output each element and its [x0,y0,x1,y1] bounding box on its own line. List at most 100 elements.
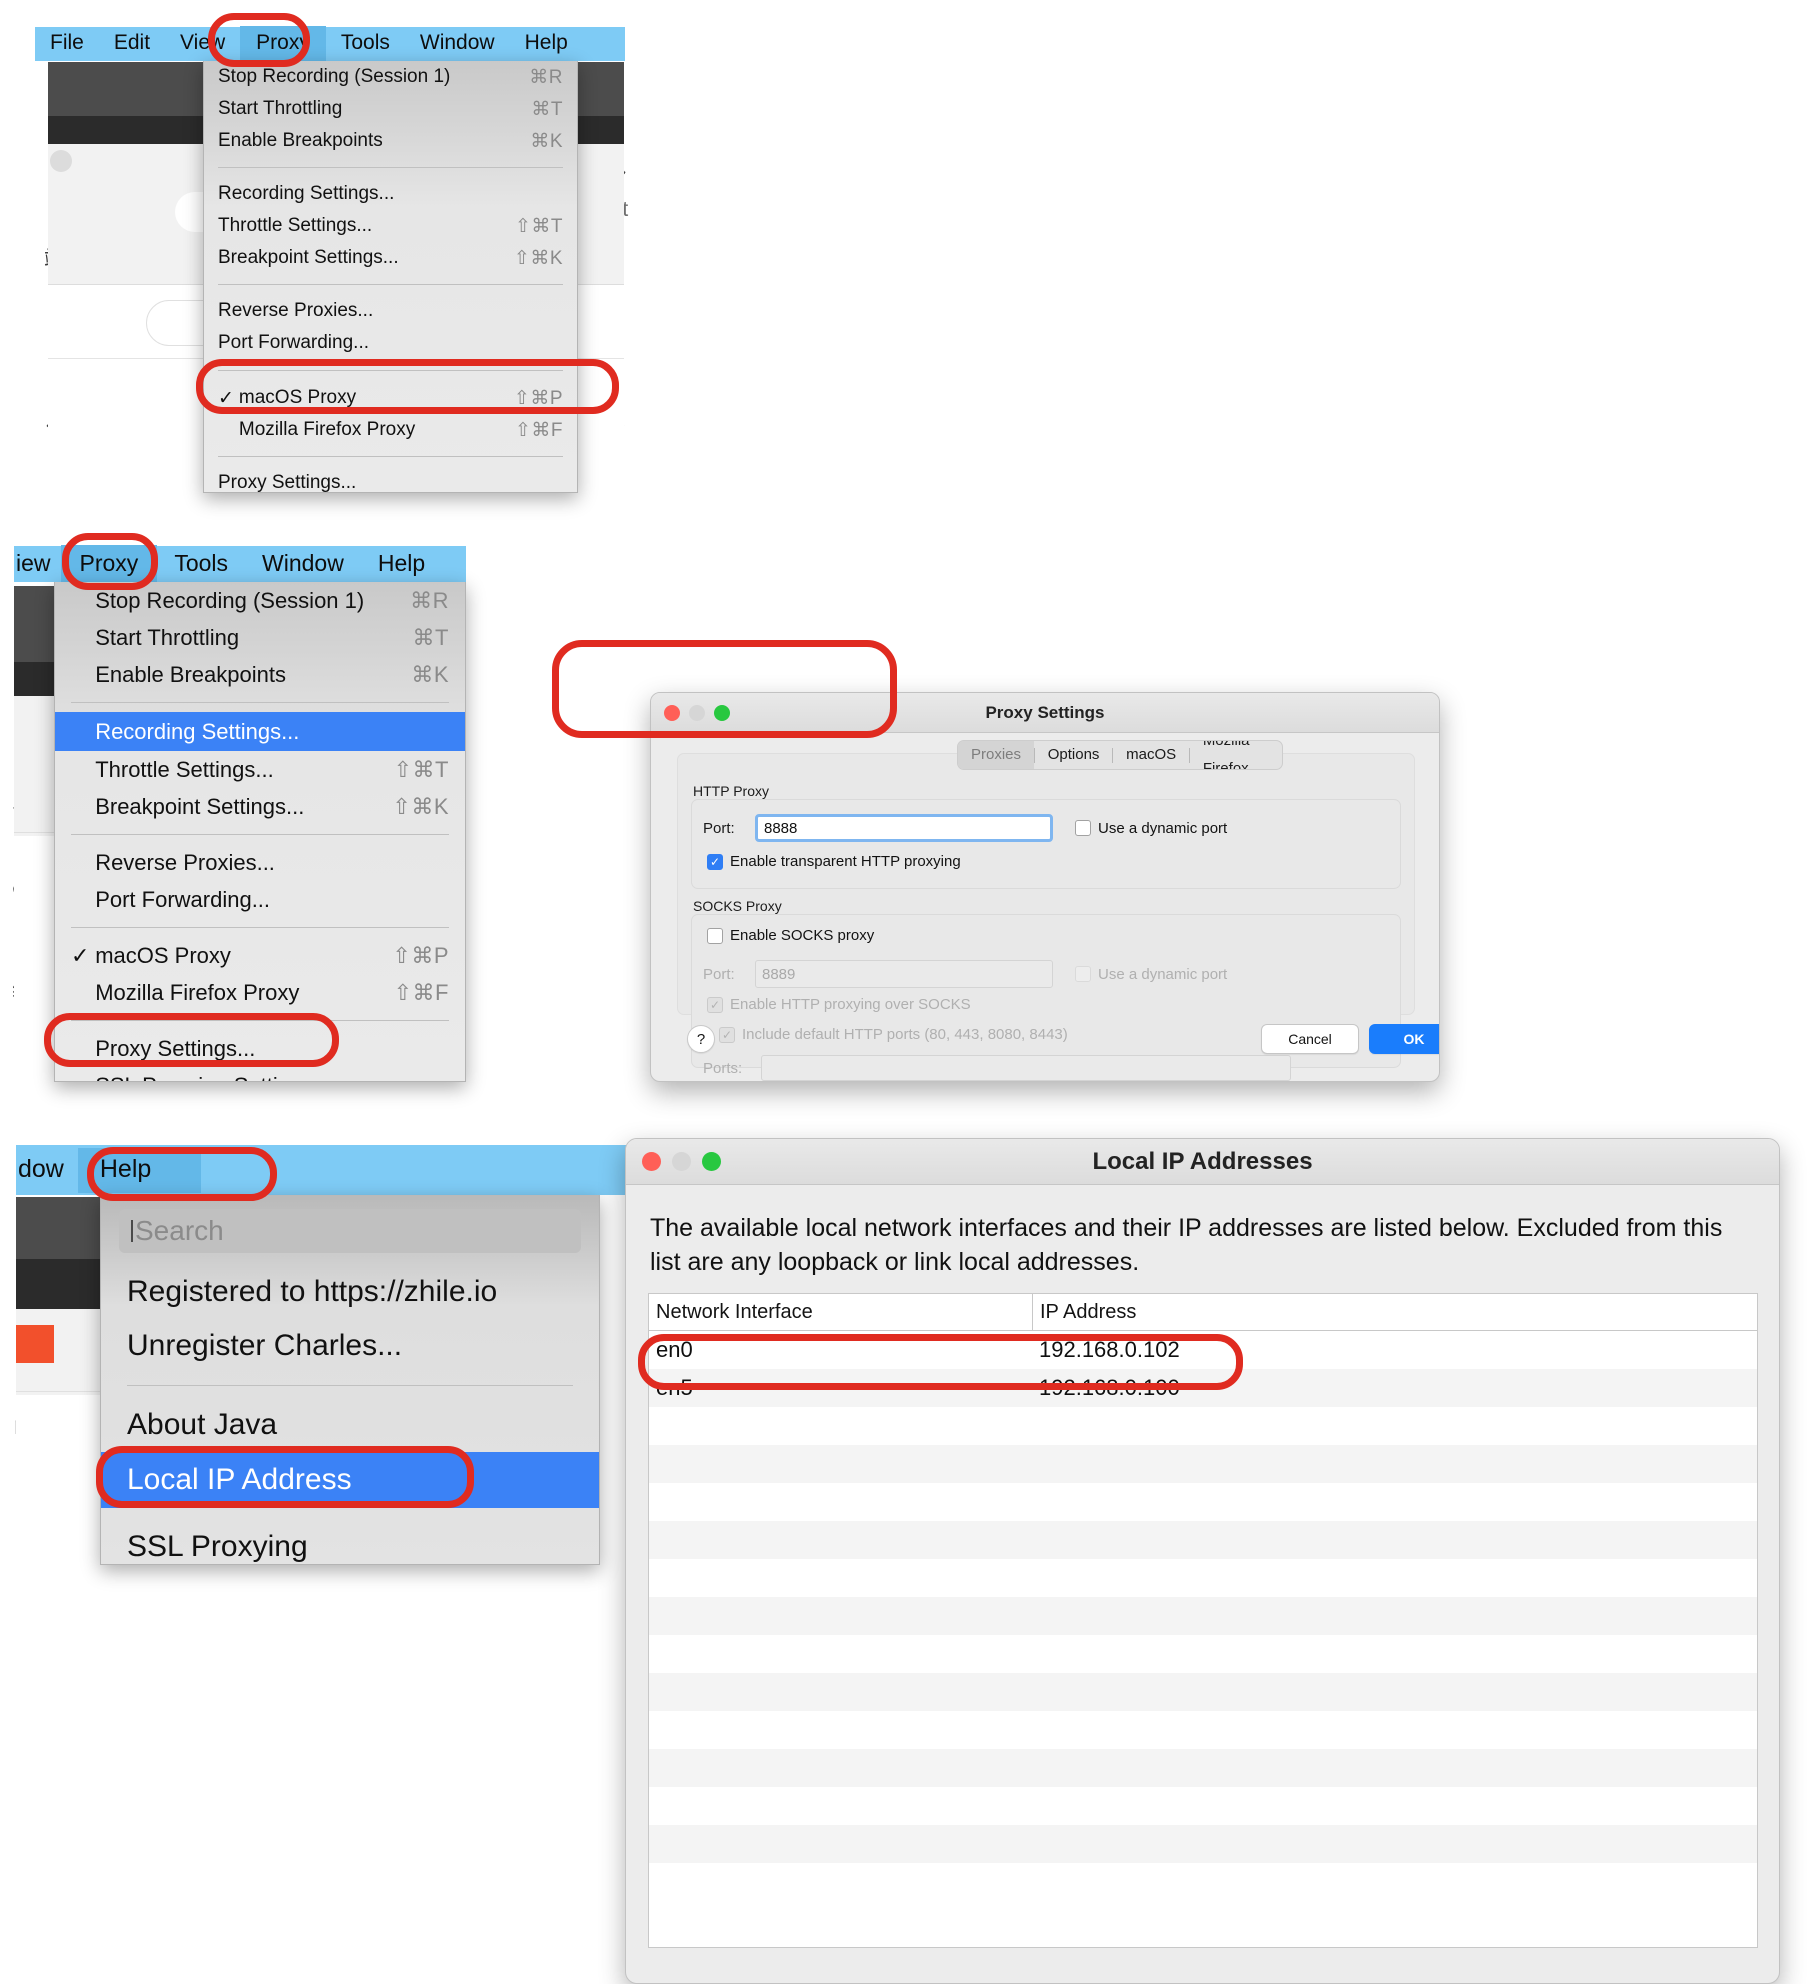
menuitem-enable-breakpoints[interactable]: Enable Breakpoints ⌘K [204,125,577,157]
menu-item-window[interactable]: Window [245,545,361,584]
menuitem-recording-settings[interactable]: Recording Settings... [55,712,465,751]
table-row[interactable]: en5 192.168.0.100 [649,1369,1757,1407]
menu-item-help[interactable]: Help [361,545,442,584]
menuitem-stop-recording[interactable]: Stop Recording (Session 1) ⌘R [55,582,465,619]
menuitem-port-forwarding[interactable]: Port Forwarding... [204,327,577,359]
http-dynamic-port-row[interactable]: Use a dynamic port [1075,820,1227,837]
socks-ports-row: Ports: [703,1055,1393,1081]
charles-icon [16,1325,54,1363]
menuitem-reverse-proxies[interactable]: Reverse Proxies... [55,844,465,881]
bg2-toolbar [14,696,54,836]
menuitem-reverse-proxies[interactable]: Reverse Proxies... [204,295,577,327]
http-port-input[interactable]: 8888 [755,814,1053,842]
enable-socks-row[interactable]: Enable SOCKS proxy [707,927,874,944]
tab-mozilla-firefox[interactable]: Mozilla Firefox [1190,741,1282,769]
menuitem-ssl-proxying[interactable]: SSL Proxying [101,1520,599,1564]
menuitem-firefox-proxy[interactable]: Mozilla Firefox Proxy ⇧⌘F [55,974,465,1011]
bg-circle-icon [50,150,72,172]
menuitem-unregister-charles[interactable]: Unregister Charles... [101,1319,599,1373]
menu-item-tools[interactable]: Tools [157,545,245,584]
tab-proxies[interactable]: Proxies [958,741,1035,769]
menu-item-file[interactable]: File [35,26,99,62]
help-search-placeholder: Search [135,1215,224,1246]
menu-item-window[interactable]: Window [405,26,510,62]
enable-socks-label: Enable SOCKS proxy [730,927,875,944]
proxy-dropdown-menu-settings[interactable]: Stop Recording (Session 1) ⌘R Start Thro… [54,582,466,1082]
menuitem-enable-breakpoints[interactable]: Enable Breakpoints ⌘K [55,656,465,693]
cell-interface: en5 [656,1375,693,1400]
help-button[interactable]: ? [687,1025,715,1053]
ok-button[interactable]: OK [1369,1024,1439,1054]
socks-ports-input[interactable] [761,1055,1291,1081]
menuitem-label: Stop Recording (Session 1) [218,66,451,87]
menuitem-port-forwarding[interactable]: Port Forwarding... [55,881,465,918]
menuitem-throttle-settings[interactable]: Throttle Settings... ⇧⌘T [204,210,577,242]
http-over-socks-row[interactable]: ✓ Enable HTTP proxying over SOCKS [707,996,971,1013]
socks-ports-label: Ports: [703,1059,743,1077]
menuitem-label: About Java [127,1408,278,1441]
table-row-empty [649,1673,1757,1711]
http-over-socks-checkbox[interactable]: ✓ [707,996,723,1013]
menuitem-start-throttling[interactable]: Start Throttling ⌘T [204,93,577,125]
default-http-ports-checkbox[interactable]: ✓ [719,1026,735,1043]
socks-dynamic-port-checkbox[interactable] [1075,966,1091,982]
menu-item-proxy[interactable]: Proxy [60,544,158,584]
http-port-label: Port: [703,819,735,837]
menu-item-help[interactable]: Help [510,26,583,62]
enable-socks-checkbox[interactable] [707,927,723,944]
menubar-top[interactable]: File Edit View Proxy Tools Window Help [35,26,625,62]
menubar-help[interactable]: dow Help [16,1145,686,1195]
socks-port-input[interactable]: 8889 [755,960,1053,988]
socks-dynamic-port-row[interactable]: Use a dynamic port [1075,966,1227,983]
menuitem-about-java[interactable]: About Java [101,1398,599,1452]
menuitem-proxy-settings[interactable]: Proxy Settings... [204,467,577,492]
menuitem-stop-recording[interactable]: Stop Recording (Session 1) ⌘R [204,61,577,93]
table-row-empty [649,1749,1757,1787]
menuitem-throttle-settings[interactable]: Throttle Settings... ⇧⌘T [55,751,465,788]
menu-item-window-partial[interactable]: dow [16,1148,78,1193]
column-header-network-interface[interactable]: Network Interface [649,1294,1032,1330]
default-http-ports-row[interactable]: ✓ Include default HTTP ports (80, 443, 8… [719,1026,1068,1043]
menuitem-breakpoint-settings[interactable]: Breakpoint Settings... ⇧⌘K [55,788,465,825]
menuitem-label: SSL Proxying [127,1530,308,1563]
menu-item-view[interactable]: View [165,26,240,62]
menu-item-view-partial[interactable]: iew [14,545,61,584]
menuitem-local-ip-address[interactable]: Local IP Address [101,1452,599,1508]
menuitem-breakpoint-settings[interactable]: Breakpoint Settings... ⇧⌘K [204,242,577,274]
menuitem-start-throttling[interactable]: Start Throttling ⌘T [55,619,465,656]
menuitem-label: Recording Settings... [218,183,395,204]
tab-macos[interactable]: macOS [1113,741,1189,769]
menuitem-shortcut: ⇧⌘T [514,215,563,237]
menuitem-label: macOS Proxy [238,387,357,408]
menubar-settings[interactable]: iew Proxy Tools Window Help [14,544,466,584]
column-header-ip-address[interactable]: IP Address [1032,1294,1757,1330]
transparent-http-row[interactable]: ✓ Enable transparent HTTP proxying [707,853,961,870]
cancel-button[interactable]: Cancel [1261,1024,1359,1054]
menuitem-firefox-proxy[interactable]: Mozilla Firefox Proxy ⇧⌘F [204,414,577,446]
help-search-field[interactable]: Search [119,1209,581,1253]
help-dropdown-menu[interactable]: Search Registered to https://zhile.io Un… [100,1195,600,1565]
menuitem-registered-to[interactable]: Registered to https://zhile.io [101,1265,599,1319]
table-row-empty [649,1483,1757,1521]
proxy-dropdown-menu-top[interactable]: Stop Recording (Session 1) ⌘R Start Thro… [203,61,578,493]
menuitem-macos-proxy[interactable]: ✓ macOS Proxy ⇧⌘P [204,382,577,414]
menuitem-ssl-proxying-settings[interactable]: SSL Proxying Settings... [55,1067,465,1082]
menu-separator [218,284,563,285]
menu-item-help[interactable]: Help [77,1147,202,1193]
transparent-http-checkbox[interactable]: ✓ [707,853,723,870]
menuitem-proxy-settings[interactable]: Proxy Settings... [55,1030,465,1067]
menu-item-tools[interactable]: Tools [326,26,405,62]
menu-item-proxy[interactable]: Proxy [240,26,326,62]
proxy-settings-tabs[interactable]: Proxies Options macOS Mozilla Firefox [957,740,1283,770]
menuitem-label: Start Throttling [218,98,343,119]
menuitem-macos-proxy[interactable]: ✓ macOS Proxy ⇧⌘P [55,937,465,974]
menu-separator [71,927,449,928]
socks-port-row: Port: 8889 Use a dynamic port [703,959,1393,989]
tab-options[interactable]: Options [1035,741,1113,769]
table-row[interactable]: en0 192.168.0.102 [649,1331,1757,1369]
menu-item-edit[interactable]: Edit [99,26,165,62]
http-dynamic-port-checkbox[interactable] [1075,820,1091,836]
menuitem-recording-settings[interactable]: Recording Settings... [204,178,577,210]
menuitem-label: macOS Proxy [95,942,231,968]
cell-interface: en0 [656,1337,693,1362]
